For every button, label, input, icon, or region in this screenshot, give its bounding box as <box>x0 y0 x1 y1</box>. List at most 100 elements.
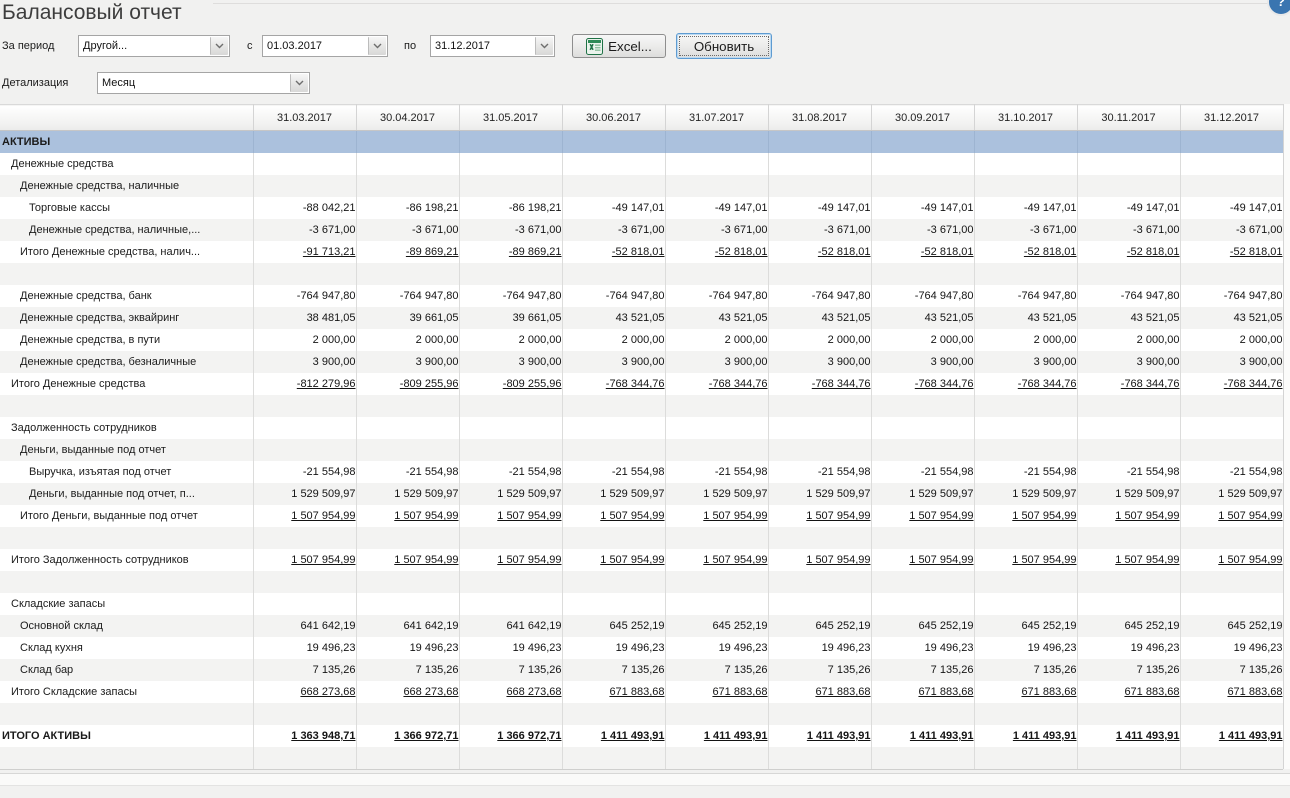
cell-value: -3 671,00 <box>253 219 356 241</box>
cell-value: -768 344,76 <box>871 373 974 395</box>
cell-value: 1 507 954,99 <box>665 505 768 527</box>
cell-value: 1 507 954,99 <box>459 549 562 571</box>
row-label: Итого Деньги, выданные под отчет <box>0 505 253 527</box>
detail-select[interactable]: Месяц <box>97 72 310 94</box>
cell-value <box>974 703 1077 725</box>
table-row[interactable]: Торговые кассы-88 042,21-86 198,21-86 19… <box>0 197 1283 219</box>
table-row[interactable]: АКТИВЫ <box>0 131 1283 154</box>
column-header[interactable]: 31.12.2017 <box>1180 105 1283 131</box>
column-header[interactable]: 31.10.2017 <box>974 105 1077 131</box>
cell-value <box>768 175 871 197</box>
cell-value: 2 000,00 <box>768 329 871 351</box>
column-header[interactable]: 31.03.2017 <box>253 105 356 131</box>
cell-value <box>562 439 665 461</box>
date-from-value: 01.03.2017 <box>267 36 368 56</box>
cell-value: 7 135,26 <box>1077 659 1180 681</box>
cell-value: 1 411 493,91 <box>562 725 665 747</box>
table-row[interactable]: Денежные средства, безналичные3 900,003 … <box>0 351 1283 373</box>
row-label: Итого Задолженность сотрудников <box>0 549 253 571</box>
table-row[interactable]: Деньги, выданные под отчет <box>0 439 1283 461</box>
cell-value: 1 411 493,91 <box>768 725 871 747</box>
table-row[interactable]: Денежные средства, эквайринг38 481,0539 … <box>0 307 1283 329</box>
table-row[interactable]: Итого Складские запасы668 273,68668 273,… <box>0 681 1283 703</box>
cell-value <box>459 703 562 725</box>
cell-value: 671 883,68 <box>1077 681 1180 703</box>
table-row[interactable]: Итого Денежные средства, налич...-91 713… <box>0 241 1283 263</box>
cell-value <box>665 153 768 175</box>
table-row <box>0 395 1283 417</box>
table-row[interactable]: Итого Деньги, выданные под отчет 1 507 95… <box>0 505 1283 527</box>
table-row[interactable]: Денежные средства <box>0 153 1283 175</box>
table-row[interactable]: Склад кухня19 496,2319 496,2319 496,2319… <box>0 637 1283 659</box>
cell-value: -49 147,01 <box>974 197 1077 219</box>
cell-value: -52 818,01 <box>974 241 1077 263</box>
column-header[interactable]: 31.05.2017 <box>459 105 562 131</box>
table-row[interactable]: Складские запасы <box>0 593 1283 615</box>
cell-value <box>974 417 1077 439</box>
cell-value <box>974 439 1077 461</box>
cell-value: -21 554,98 <box>356 461 459 483</box>
cell-value: -21 554,98 <box>1077 461 1180 483</box>
chevron-down-icon[interactable] <box>290 74 308 92</box>
table-row[interactable]: Задолженность сотрудников <box>0 417 1283 439</box>
column-header[interactable]: 30.11.2017 <box>1077 105 1180 131</box>
cell-value <box>562 571 665 593</box>
table-row[interactable]: Денежные средства, наличные <box>0 175 1283 197</box>
cell-value <box>253 747 356 769</box>
table-row <box>0 263 1283 285</box>
cell-value: 1 507 954,99 <box>871 505 974 527</box>
excel-export-button[interactable]: Excel... <box>572 34 666 58</box>
row-label: ИТОГО АКТИВЫ <box>0 725 253 747</box>
date-to-select[interactable]: 31.12.2017 <box>430 35 555 57</box>
date-from-select[interactable]: 01.03.2017 <box>262 35 388 57</box>
chevron-down-icon[interactable] <box>535 37 553 55</box>
cell-value: -809 255,96 <box>356 373 459 395</box>
column-header[interactable]: 30.04.2017 <box>356 105 459 131</box>
horizontal-scrollbar[interactable] <box>0 773 1290 786</box>
cell-value <box>1180 395 1283 417</box>
cell-value <box>871 417 974 439</box>
cell-value <box>974 571 1077 593</box>
row-label: Денежные средства, безналичные <box>0 351 253 373</box>
table-row[interactable]: Итого Денежные средства-812 279,96-809 2… <box>0 373 1283 395</box>
column-header[interactable]: 30.09.2017 <box>871 105 974 131</box>
refresh-button[interactable]: Обновить <box>676 33 772 59</box>
cell-value <box>665 175 768 197</box>
cell-value: 645 252,19 <box>871 615 974 637</box>
chevron-down-icon[interactable] <box>368 37 386 55</box>
table-row[interactable]: Основной склад641 642,19641 642,19641 64… <box>0 615 1283 637</box>
column-header[interactable]: 30.06.2017 <box>562 105 665 131</box>
help-icon[interactable]: ? <box>1267 0 1290 16</box>
table-header-row: 31.03.201730.04.201731.05.201730.06.2017… <box>0 105 1283 131</box>
cell-value: 3 900,00 <box>562 351 665 373</box>
cell-value: 1 507 954,99 <box>665 549 768 571</box>
table-row[interactable]: Денежные средства, наличные,...-3 671,00… <box>0 219 1283 241</box>
table-row[interactable]: Склад бар7 135,267 135,267 135,267 135,2… <box>0 659 1283 681</box>
cell-value <box>1077 395 1180 417</box>
cell-value: -86 198,21 <box>459 197 562 219</box>
table-row[interactable]: Денежные средства, в пути2 000,002 000,0… <box>0 329 1283 351</box>
cell-value <box>974 395 1077 417</box>
cell-value: 1 507 954,99 <box>871 549 974 571</box>
table-row[interactable]: Выручка, изъятая под отчет-21 554,98-21 … <box>0 461 1283 483</box>
cell-value: 671 883,68 <box>871 681 974 703</box>
cell-value <box>768 263 871 285</box>
cell-value <box>459 439 562 461</box>
cell-value <box>562 703 665 725</box>
column-header[interactable]: 31.08.2017 <box>768 105 871 131</box>
table-row[interactable]: Итого Задолженность сотрудников 1 507 954… <box>0 549 1283 571</box>
cell-value: -809 255,96 <box>459 373 562 395</box>
cell-value: 1 507 954,99 <box>562 505 665 527</box>
cell-value: 19 496,23 <box>768 637 871 659</box>
table-row[interactable]: Денежные средства, банк-764 947,80-764 9… <box>0 285 1283 307</box>
cell-value <box>356 263 459 285</box>
table-row[interactable]: Деньги, выданные под отчет, п...1 529 50… <box>0 483 1283 505</box>
column-header[interactable]: 31.07.2017 <box>665 105 768 131</box>
period-select[interactable]: Другой... <box>78 35 230 57</box>
cell-value: 1 411 493,91 <box>665 725 768 747</box>
table-row[interactable]: ИТОГО АКТИВЫ1 363 948,711 366 972,711 36… <box>0 725 1283 747</box>
cell-value: -91 713,21 <box>253 241 356 263</box>
chevron-down-icon[interactable] <box>210 37 228 55</box>
row-label <box>0 703 253 725</box>
cell-value: 19 496,23 <box>1180 637 1283 659</box>
